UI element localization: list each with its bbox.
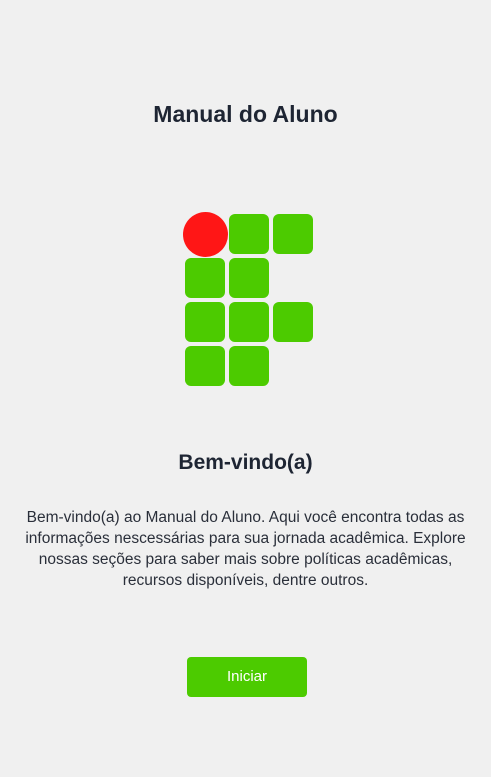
logo-square	[185, 258, 225, 298]
logo-square	[273, 214, 313, 254]
institute-logo-icon	[183, 211, 315, 387]
welcome-description: Bem-vindo(a) ao Manual do Aluno. Aqui vo…	[25, 508, 466, 589]
logo-square	[229, 346, 269, 386]
logo-square	[229, 258, 269, 298]
welcome-heading: Bem-vindo(a)	[178, 451, 313, 475]
logo-square	[185, 346, 225, 386]
logo-square	[185, 302, 225, 342]
page-title: Manual do Aluno	[153, 101, 338, 128]
logo-square	[229, 214, 269, 254]
logo-square	[273, 302, 313, 342]
logo-square	[229, 302, 269, 342]
start-button[interactable]: Iniciar	[187, 657, 307, 697]
logo-circle	[183, 212, 228, 257]
